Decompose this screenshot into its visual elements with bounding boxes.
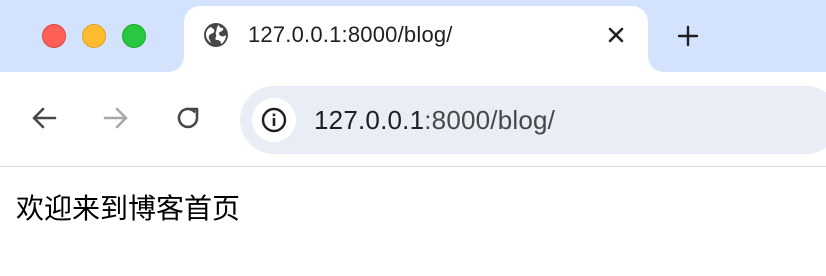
info-icon[interactable] xyxy=(252,98,296,142)
tab-title: 127.0.0.1:8000/blog/ xyxy=(248,22,453,47)
page-content: 欢迎来到博客首页 xyxy=(0,167,826,276)
globe-icon xyxy=(202,21,230,49)
plus-icon[interactable] xyxy=(672,20,704,52)
close-icon[interactable] xyxy=(602,21,630,49)
active-tab[interactable]: 127.0.0.1:8000/blog/ xyxy=(184,6,648,72)
url-host: 127.0.0.1 xyxy=(314,105,425,135)
window-maximize-button[interactable] xyxy=(122,24,146,48)
url-path: :8000/blog/ xyxy=(424,105,556,135)
arrow-right-icon[interactable] xyxy=(100,102,132,134)
arrow-left-icon[interactable] xyxy=(28,102,60,134)
reload-icon[interactable] xyxy=(172,102,204,134)
url-text[interactable]: 127.0.0.1:8000/blog/ xyxy=(314,104,555,136)
address-bar[interactable]: 127.0.0.1:8000/blog/ xyxy=(240,86,826,154)
toolbar: 127.0.0.1:8000/blog/ xyxy=(0,72,826,167)
page-heading: 欢迎来到博客首页 xyxy=(16,192,241,225)
window-minimize-button[interactable] xyxy=(82,24,106,48)
tab-strip: 127.0.0.1:8000/blog/ xyxy=(0,0,826,72)
browser-window: 127.0.0.1:8000/blog/ 127.0.0.1:8000/blog… xyxy=(0,0,826,276)
window-close-button[interactable] xyxy=(42,24,66,48)
